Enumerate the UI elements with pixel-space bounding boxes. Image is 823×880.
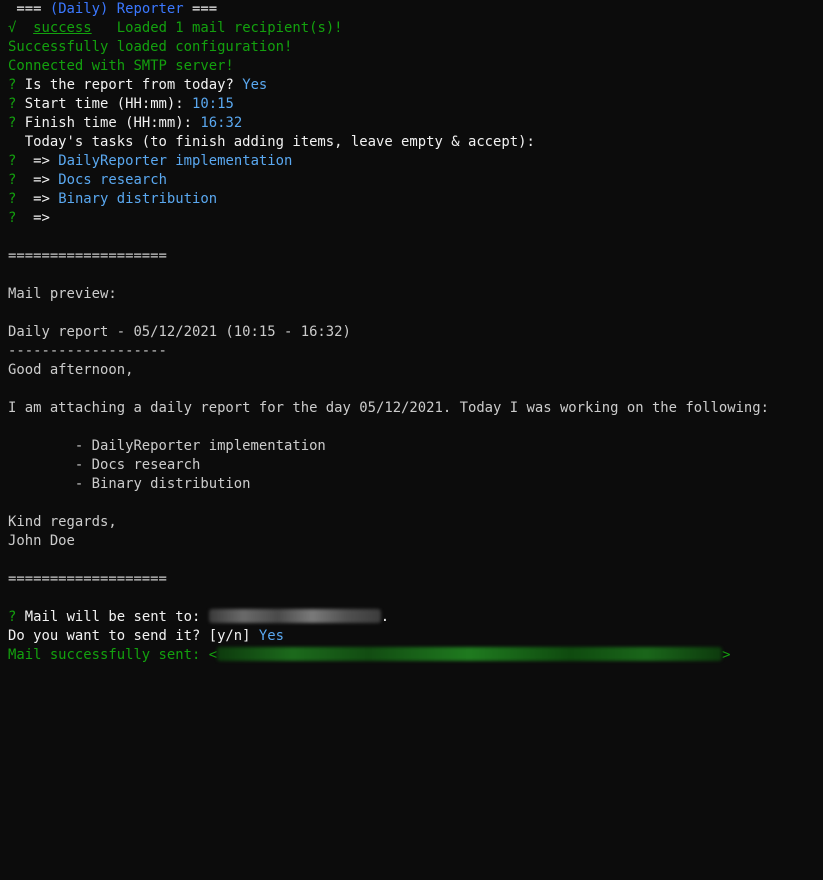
separator-line: =================== bbox=[8, 571, 167, 587]
recipient-end: . bbox=[380, 609, 390, 625]
finish-time-prompt: ? Finish time (HH:mm): 16:32 bbox=[8, 114, 242, 133]
recipient-question: Mail will be sent to: bbox=[24, 609, 201, 625]
recipients-message: Loaded 1 mail recipient(s)! bbox=[116, 20, 343, 36]
prompt-marker-icon: ? bbox=[8, 77, 17, 93]
sent-status-line: Mail successfully sent: < > bbox=[8, 646, 730, 665]
today-answer: Yes bbox=[242, 77, 268, 93]
task-entry: ? => DailyReporter implementation bbox=[8, 152, 292, 171]
separator-line: =================== bbox=[8, 248, 167, 264]
start-time-prompt: ? Start time (HH:mm): 10:15 bbox=[8, 95, 234, 114]
finish-time-question: Finish time (HH:mm): bbox=[24, 115, 193, 131]
header-prefix: === bbox=[8, 1, 50, 17]
mail-closing: Kind regards, bbox=[8, 514, 117, 530]
sent-message: Mail successfully sent: < bbox=[8, 647, 218, 663]
header-suffix: === bbox=[183, 1, 218, 17]
prompt-marker-icon: ? bbox=[8, 210, 17, 226]
app-header-line: === (Daily) Reporter === bbox=[8, 0, 217, 19]
mail-subject: Daily report - 05/12/2021 (10:15 - 16:32… bbox=[8, 324, 351, 340]
redacted-message-id bbox=[217, 647, 723, 661]
terminal-window[interactable]: === (Daily) Reporter === √ success Loade… bbox=[8, 0, 823, 674]
send-confirm-prompt: Do you want to send it? [y/n] Yes bbox=[8, 627, 284, 646]
arrow-icon: => bbox=[24, 191, 50, 207]
arrow-icon: => bbox=[24, 153, 50, 169]
today-question: Is the report from today? bbox=[24, 77, 234, 93]
mail-task-item: - DailyReporter implementation bbox=[8, 438, 326, 454]
task-entry-empty: ? => bbox=[8, 209, 50, 228]
prompt-marker-icon: ? bbox=[8, 172, 17, 188]
success-badge: success bbox=[33, 20, 92, 36]
sent-message-end: > bbox=[722, 647, 731, 663]
success-line: √ success Loaded 1 mail recipient(s)! bbox=[8, 19, 343, 38]
mail-intro: I am attaching a daily report for the da… bbox=[8, 400, 770, 416]
redacted-email-address bbox=[208, 609, 381, 623]
arrow-icon: => bbox=[24, 172, 50, 188]
config-message: Successfully loaded configuration! bbox=[8, 39, 293, 55]
task-item: DailyReporter implementation bbox=[58, 153, 293, 169]
prompt-marker-icon: ? bbox=[8, 96, 17, 112]
mail-preview-heading: Mail preview: bbox=[8, 286, 117, 302]
send-question: Do you want to send it? [y/n] bbox=[8, 628, 251, 644]
arrow-icon: => bbox=[24, 210, 50, 226]
task-item: Docs research bbox=[58, 172, 167, 188]
mail-task-item: - Docs research bbox=[8, 457, 201, 473]
mail-signature: John Doe bbox=[8, 533, 75, 549]
start-time-answer: 10:15 bbox=[192, 96, 234, 112]
prompt-marker-icon: ? bbox=[8, 153, 17, 169]
mail-greeting: Good afternoon, bbox=[8, 362, 134, 378]
mail-task-item: - Binary distribution bbox=[8, 476, 251, 492]
task-entry: ? => Binary distribution bbox=[8, 190, 217, 209]
finish-time-answer: 16:32 bbox=[200, 115, 243, 131]
subject-underline: ------------------- bbox=[8, 343, 167, 359]
smtp-message: Connected with SMTP server! bbox=[8, 58, 234, 74]
prompt-marker-icon: ? bbox=[8, 609, 17, 625]
start-time-question: Start time (HH:mm): bbox=[24, 96, 184, 112]
app-title: (Daily) Reporter bbox=[49, 1, 184, 17]
send-answer: Yes bbox=[258, 628, 284, 644]
today-prompt: ? Is the report from today? Yes bbox=[8, 76, 267, 95]
task-item: Binary distribution bbox=[58, 191, 218, 207]
task-entry: ? => Docs research bbox=[8, 171, 167, 190]
tasks-hint: Today's tasks (to finish adding items, l… bbox=[8, 134, 535, 150]
prompt-marker-icon: ? bbox=[8, 191, 17, 207]
recipient-prompt: ? Mail will be sent to: . bbox=[8, 608, 389, 627]
prompt-marker-icon: ? bbox=[8, 115, 17, 131]
